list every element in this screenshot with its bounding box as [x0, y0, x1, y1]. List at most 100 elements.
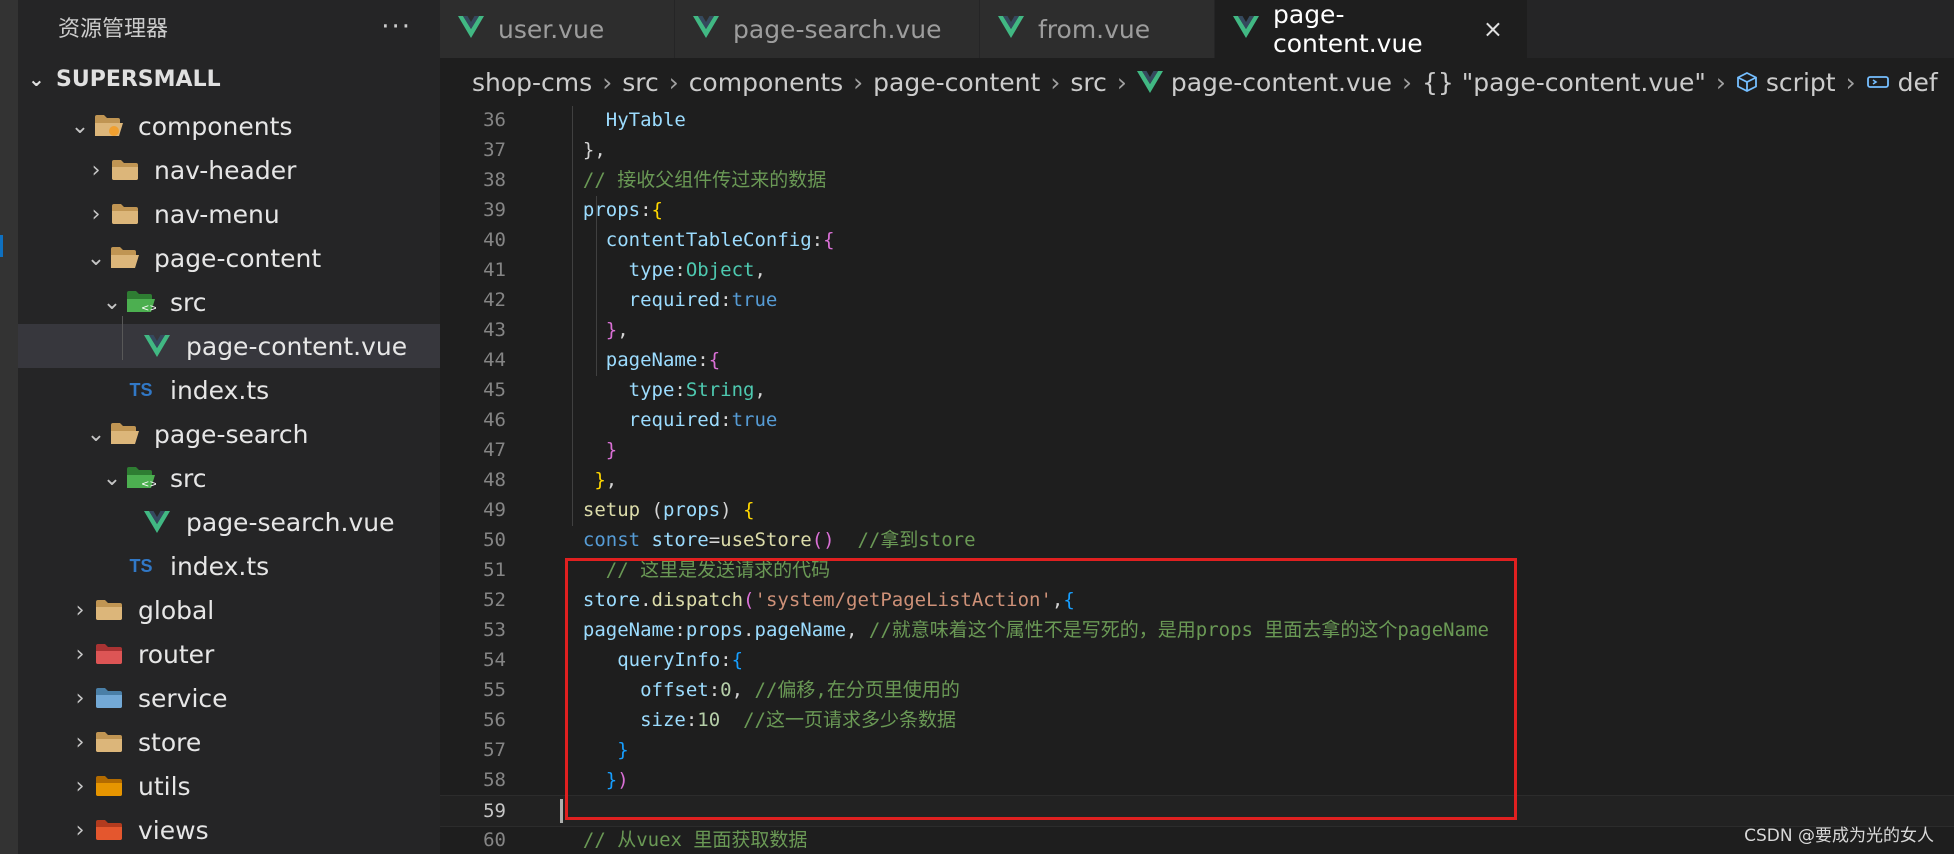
tab-page-search-vue[interactable]: page-search.vue: [675, 0, 980, 58]
tree-item-store[interactable]: › store: [18, 720, 440, 764]
line-number: 50: [483, 529, 506, 551]
tab-user-vue[interactable]: user.vue: [440, 0, 675, 58]
code-line[interactable]: 57 }: [440, 735, 1954, 765]
tree-item-nav-menu[interactable]: › nav-menu: [18, 192, 440, 236]
line-number: 39: [483, 199, 506, 221]
code-token: type: [560, 259, 675, 281]
svg-text:<>: <>: [141, 479, 156, 490]
code-token: :: [720, 409, 732, 431]
breadcrumb-item[interactable]: page-content: [873, 68, 1040, 97]
code-editor[interactable]: 36 HyTable 37 }, 38 // 接收父组件传过来的数据 39 props…: [440, 106, 1954, 854]
line-number: 58: [483, 769, 506, 791]
tab-label: from.vue: [1038, 14, 1151, 44]
tree-item-router[interactable]: › router: [18, 632, 440, 676]
code-line[interactable]: 42 required:true: [440, 285, 1954, 315]
chevron-right-icon: ›: [853, 67, 864, 97]
code-text: store.dispatch('system/getPageListAction…: [560, 585, 1075, 615]
project-section[interactable]: ⌄ SUPERSMALL: [18, 54, 440, 104]
code-line[interactable]: 41 type:Object,: [440, 255, 1954, 285]
chevron-right-icon: ›: [91, 201, 101, 227]
code-token: size: [560, 709, 686, 731]
code-line[interactable]: 53 pageName:props.pageName, //就意味着这个属性不是…: [440, 615, 1954, 645]
tree-item-global[interactable]: › global: [18, 588, 440, 632]
code-line[interactable]: 38 // 接收父组件传过来的数据: [440, 165, 1954, 195]
chevron-right-icon: ›: [75, 817, 85, 843]
chevron-down-icon: ⌄: [102, 465, 122, 491]
code-line[interactable]: 45 type:String,: [440, 375, 1954, 405]
breadcrumb-item[interactable]: shop-cms: [472, 68, 592, 97]
chevron-right-icon: ›: [1402, 67, 1412, 97]
code-line[interactable]: 37 },: [440, 135, 1954, 165]
tree-item-utils[interactable]: › utils: [18, 764, 440, 808]
code-line[interactable]: 50 const store=useStore() //拿到store: [440, 525, 1954, 555]
code-line[interactable]: 43 },: [440, 315, 1954, 345]
code-line[interactable]: 40 contentTableConfig:{: [440, 225, 1954, 255]
code-line[interactable]: 47 }: [440, 435, 1954, 465]
breadcrumb-item[interactable]: src: [622, 68, 659, 97]
folder-open-icon: [110, 246, 140, 270]
code-token: ,: [617, 319, 629, 341]
tree-item-components[interactable]: ⌄ components: [18, 104, 440, 148]
close-icon[interactable]: ×: [1483, 15, 1503, 43]
line-number: 38: [483, 169, 506, 191]
code-line[interactable]: 54 queryInfo:{: [440, 645, 1954, 675]
tree-item-nav-header[interactable]: › nav-header: [18, 148, 440, 192]
breadcrumb-label: def: [1897, 67, 1938, 97]
tree-item-service[interactable]: › service: [18, 676, 440, 720]
code-line[interactable]: 58 }): [440, 765, 1954, 795]
code-line[interactable]: 51 // 这里是发送请求的代码: [440, 555, 1954, 585]
line-number: 60: [483, 829, 506, 851]
breadcrumb-item[interactable]: src: [1070, 68, 1107, 97]
code-token: queryInfo: [560, 649, 721, 671]
code-line[interactable]: 49 setup (props) {: [440, 495, 1954, 525]
code-line[interactable]: 44 pageName:{: [440, 345, 1954, 375]
code-token: }: [605, 439, 618, 461]
code-token: {: [823, 229, 835, 251]
tab-from-vue[interactable]: from.vue: [980, 0, 1215, 58]
code-text: // 接收父组件传过来的数据: [560, 165, 826, 195]
more-actions-button[interactable]: ···: [381, 12, 412, 42]
folder-service-icon: [94, 686, 124, 710]
tree-item-views[interactable]: › views: [18, 808, 440, 852]
code-line[interactable]: 39 props:{: [440, 195, 1954, 225]
breadcrumb-item[interactable]: def: [1866, 68, 1938, 97]
code-token: // 接收父组件传过来的数据: [560, 169, 827, 191]
tree-item-index-ts[interactable]: TS index.ts: [18, 544, 440, 588]
tree-item-page-search[interactable]: ⌄ page-search: [18, 412, 440, 456]
code-line[interactable]: 55 offset:0, //偏移,在分页里使用的: [440, 675, 1954, 705]
tree-item-page-content-vue[interactable]: page-content.vue: [18, 324, 440, 368]
code-line[interactable]: 48 },: [440, 465, 1954, 495]
project-name: SUPERSMALL: [56, 66, 221, 92]
code-token: {: [1063, 589, 1075, 611]
code-token: store: [651, 529, 709, 551]
breadcrumb-item[interactable]: {} "page-content.vue": [1422, 68, 1706, 97]
tree-item-index-ts[interactable]: TS index.ts: [18, 368, 440, 412]
code-token: props: [662, 499, 721, 521]
code-line[interactable]: 36 HyTable: [440, 106, 1954, 135]
code-token: ,: [754, 379, 766, 401]
code-line[interactable]: 46 required:true: [440, 405, 1954, 435]
tree-item-label: global: [138, 595, 215, 625]
chevron-right-icon: ›: [75, 729, 85, 755]
tree-item-src[interactable]: ⌄ <> src: [18, 456, 440, 500]
tree-item-label: src: [170, 463, 207, 493]
breadcrumb-item[interactable]: script: [1736, 68, 1836, 97]
code-line[interactable]: 60 // 从vuex 里面获取数据: [440, 825, 1954, 854]
breadcrumb-item[interactable]: components: [689, 68, 843, 97]
code-line[interactable]: 59: [440, 795, 1954, 827]
tree-item-page-content[interactable]: ⌄ page-content: [18, 236, 440, 280]
line-number: 48: [483, 469, 506, 491]
tab-page-content-vue[interactable]: page-content.vue ×: [1215, 0, 1528, 58]
breadcrumb-item[interactable]: page-content.vue: [1136, 68, 1392, 97]
cube-icon: [1736, 71, 1758, 93]
code-line[interactable]: 56 size:10 //这一页请求多少条数据: [440, 705, 1954, 735]
code-token: true: [731, 409, 778, 431]
tree-item-page-search-vue[interactable]: page-search.vue: [18, 500, 440, 544]
code-line[interactable]: 52 store.dispatch('system/getPageListAct…: [440, 585, 1954, 615]
tree-item-src[interactable]: ⌄ <> src: [18, 280, 440, 324]
chevron-right-icon: ›: [668, 67, 679, 97]
